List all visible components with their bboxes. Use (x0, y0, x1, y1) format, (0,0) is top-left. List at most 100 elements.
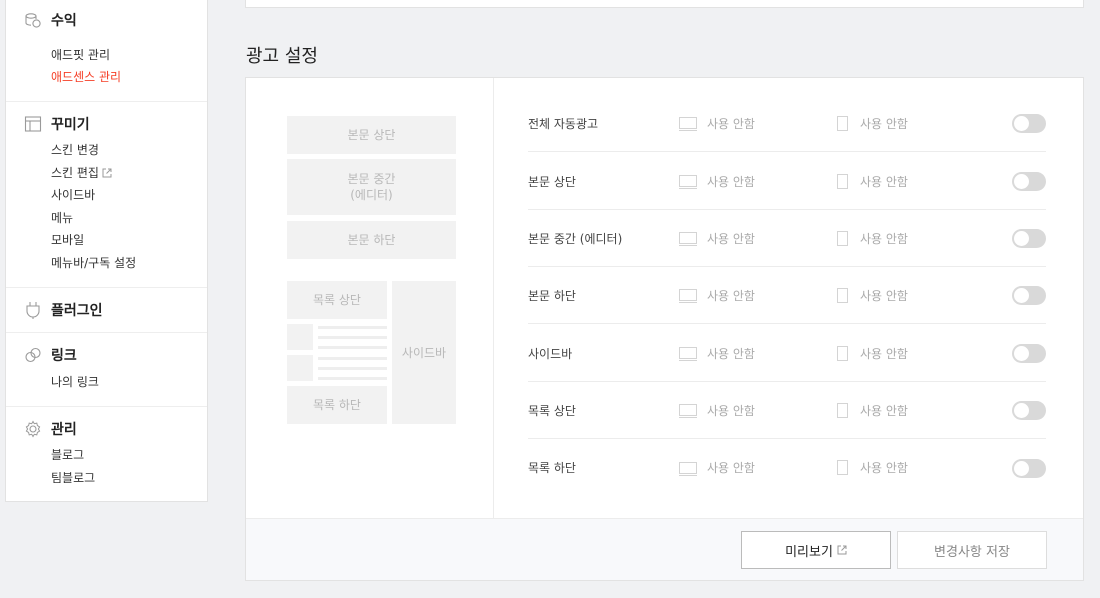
sidebar-title-link[interactable]: 링크 (51, 345, 77, 365)
ad-row-body-top: 본문 상단 사용 안함 사용 안함 (528, 153, 1046, 210)
sidebar-item-skin-change[interactable]: 스킨 변경 (51, 141, 99, 158)
panel-footer: 미리보기 변경사항 저장 (246, 518, 1083, 580)
sidebar-title-decorate[interactable]: 꾸미기 (51, 114, 90, 134)
ad-toggle[interactable] (1012, 458, 1046, 478)
desktop-icon (679, 117, 697, 131)
diagram-sidebar: 사이드바 (392, 281, 456, 424)
ad-row-label: 본문 상단 (528, 174, 576, 189)
sidebar-section-manage: 관리 블로그 팀블로그 (6, 406, 207, 501)
desktop-icon (679, 461, 697, 476)
mobile-icon (837, 460, 848, 475)
pc-setting-value: 사용 안함 (707, 461, 755, 475)
sidebar-item-menubar-subscribe[interactable]: 메뉴바/구독 설정 (51, 254, 136, 271)
diagram-list-line (318, 346, 387, 349)
mobile-setting[interactable]: 사용 안함 (837, 95, 908, 151)
mobile-setting-value: 사용 안함 (860, 288, 908, 303)
sidebar-title-plugin[interactable]: 플러그인 (51, 300, 103, 320)
diagram-body-top: 본문 상단 (287, 116, 456, 154)
ad-placement-diagram: 본문 상단 본문 중간 (에디터) 본문 하단 목록 상단 목록 하단 사이드바 (246, 78, 494, 518)
mobile-setting-value: 사용 안함 (860, 346, 908, 361)
save-changes-button[interactable]: 변경사항 저장 (897, 531, 1047, 569)
sidebar-item-adfit[interactable]: 애드핏 관리 (51, 46, 110, 63)
sidebar-item-mobile[interactable]: 모바일 (51, 231, 84, 248)
ad-row-label: 목록 상단 (528, 403, 576, 418)
pc-setting-value: 사용 안함 (707, 346, 755, 361)
diagram-body-middle: 본문 중간 (에디터) (287, 159, 456, 215)
mobile-setting[interactable]: 사용 안함 (837, 325, 908, 381)
sidebar-item-blog[interactable]: 블로그 (51, 446, 84, 463)
pc-setting-value: 사용 안함 (707, 403, 755, 418)
sidebar-item-skin-edit[interactable]: 스킨 편집 (51, 164, 112, 181)
sidebar-section-decorate: 꾸미기 스킨 변경 스킨 편집 사이드바 메뉴 모바일 메뉴바/구독 설정 (6, 101, 207, 287)
mobile-icon (837, 287, 848, 303)
pc-setting[interactable]: 사용 안함 (679, 382, 755, 438)
mobile-setting-value: 사용 안함 (860, 116, 908, 131)
diagram-list-line (318, 326, 387, 329)
sidebar-title-revenue[interactable]: 수익 (51, 10, 77, 30)
mobile-setting-value: 사용 안함 (860, 403, 908, 418)
ad-row-body-bottom: 본문 하단 사용 안함 사용 안함 (528, 267, 1046, 324)
diagram-list-thumb (287, 324, 313, 350)
coins-icon (25, 13, 41, 28)
diagram-list-line (318, 377, 387, 380)
diagram-list-thumb (287, 355, 313, 381)
ad-row-label: 본문 중간 (에디터) (528, 231, 623, 246)
pc-setting-value: 사용 안함 (707, 116, 755, 131)
ad-row-label: 본문 하단 (528, 288, 576, 303)
pc-setting[interactable]: 사용 안함 (679, 439, 755, 496)
ad-toggle[interactable] (1012, 114, 1046, 133)
mobile-icon (837, 345, 848, 361)
plug-icon (26, 302, 40, 319)
external-link-icon (102, 168, 112, 178)
pc-setting-value: 사용 안함 (707, 231, 755, 246)
mobile-setting[interactable]: 사용 안함 (837, 267, 908, 323)
pc-setting[interactable]: 사용 안함 (679, 153, 755, 209)
pc-setting-value: 사용 안함 (707, 174, 755, 189)
ad-row-label: 사이드바 (528, 346, 573, 361)
desktop-icon (679, 175, 697, 189)
pc-setting[interactable]: 사용 안함 (679, 210, 755, 266)
mobile-icon (837, 402, 848, 418)
pc-setting[interactable]: 사용 안함 (679, 95, 755, 151)
mobile-setting[interactable]: 사용 안함 (837, 153, 908, 209)
ad-toggle[interactable] (1012, 229, 1046, 248)
ad-row-list-top: 목록 상단 사용 안함 사용 안함 (528, 382, 1046, 439)
ad-row-list-bottom: 목록 하단 사용 안함 사용 안함 (528, 439, 1046, 496)
diagram-body-middle-label: 본문 중간 (347, 172, 396, 186)
desktop-icon (679, 289, 697, 303)
mobile-setting[interactable]: 사용 안함 (837, 382, 908, 438)
sidebar-title-manage[interactable]: 관리 (51, 419, 77, 439)
desktop-icon (679, 232, 697, 246)
ad-row-auto: 전체 자동광고 사용 안함 사용 안함 (528, 95, 1046, 152)
sidebar-nav: 수익 애드핏 관리 애드센스 관리 꾸미기 스킨 변경 스킨 편집 사이드바 메… (5, 0, 208, 502)
diagram-list-line (318, 367, 387, 370)
ad-toggle[interactable] (1012, 401, 1046, 420)
pc-setting[interactable]: 사용 안함 (679, 267, 755, 323)
sidebar-item-team-blog[interactable]: 팀블로그 (51, 469, 95, 486)
desktop-icon (679, 404, 697, 418)
sidebar-section-plugin: 플러그인 (6, 287, 207, 332)
ad-toggle[interactable] (1012, 344, 1046, 363)
sidebar-item-my-link[interactable]: 나의 링크 (51, 373, 99, 390)
ad-toggle[interactable] (1012, 172, 1046, 191)
external-link-icon (837, 545, 847, 555)
sidebar-section-revenue: 수익 애드핏 관리 애드센스 관리 (6, 0, 207, 99)
sidebar-item-sidebar[interactable]: 사이드바 (51, 186, 95, 203)
sidebar-item-adsense[interactable]: 애드센스 관리 (51, 68, 121, 85)
preview-button[interactable]: 미리보기 (741, 531, 891, 569)
mobile-setting[interactable]: 사용 안함 (837, 439, 908, 496)
mobile-setting[interactable]: 사용 안함 (837, 210, 908, 266)
mobile-setting-value: 사용 안함 (860, 231, 908, 246)
mobile-setting-value: 사용 안함 (860, 174, 908, 189)
mobile-icon (837, 115, 848, 131)
sidebar-section-link: 링크 나의 링크 (6, 332, 207, 406)
pc-setting[interactable]: 사용 안함 (679, 325, 755, 381)
ad-toggle[interactable] (1012, 286, 1046, 305)
page-title: 광고 설정 (246, 46, 318, 67)
link-icon (25, 347, 41, 363)
ad-row-label: 전체 자동광고 (528, 116, 599, 131)
ad-settings-panel: 본문 상단 본문 중간 (에디터) 본문 하단 목록 상단 목록 하단 사이드바… (245, 77, 1084, 581)
layout-icon (24, 116, 42, 132)
preview-button-label: 미리보기 (785, 544, 833, 560)
sidebar-item-menu[interactable]: 메뉴 (51, 209, 73, 226)
